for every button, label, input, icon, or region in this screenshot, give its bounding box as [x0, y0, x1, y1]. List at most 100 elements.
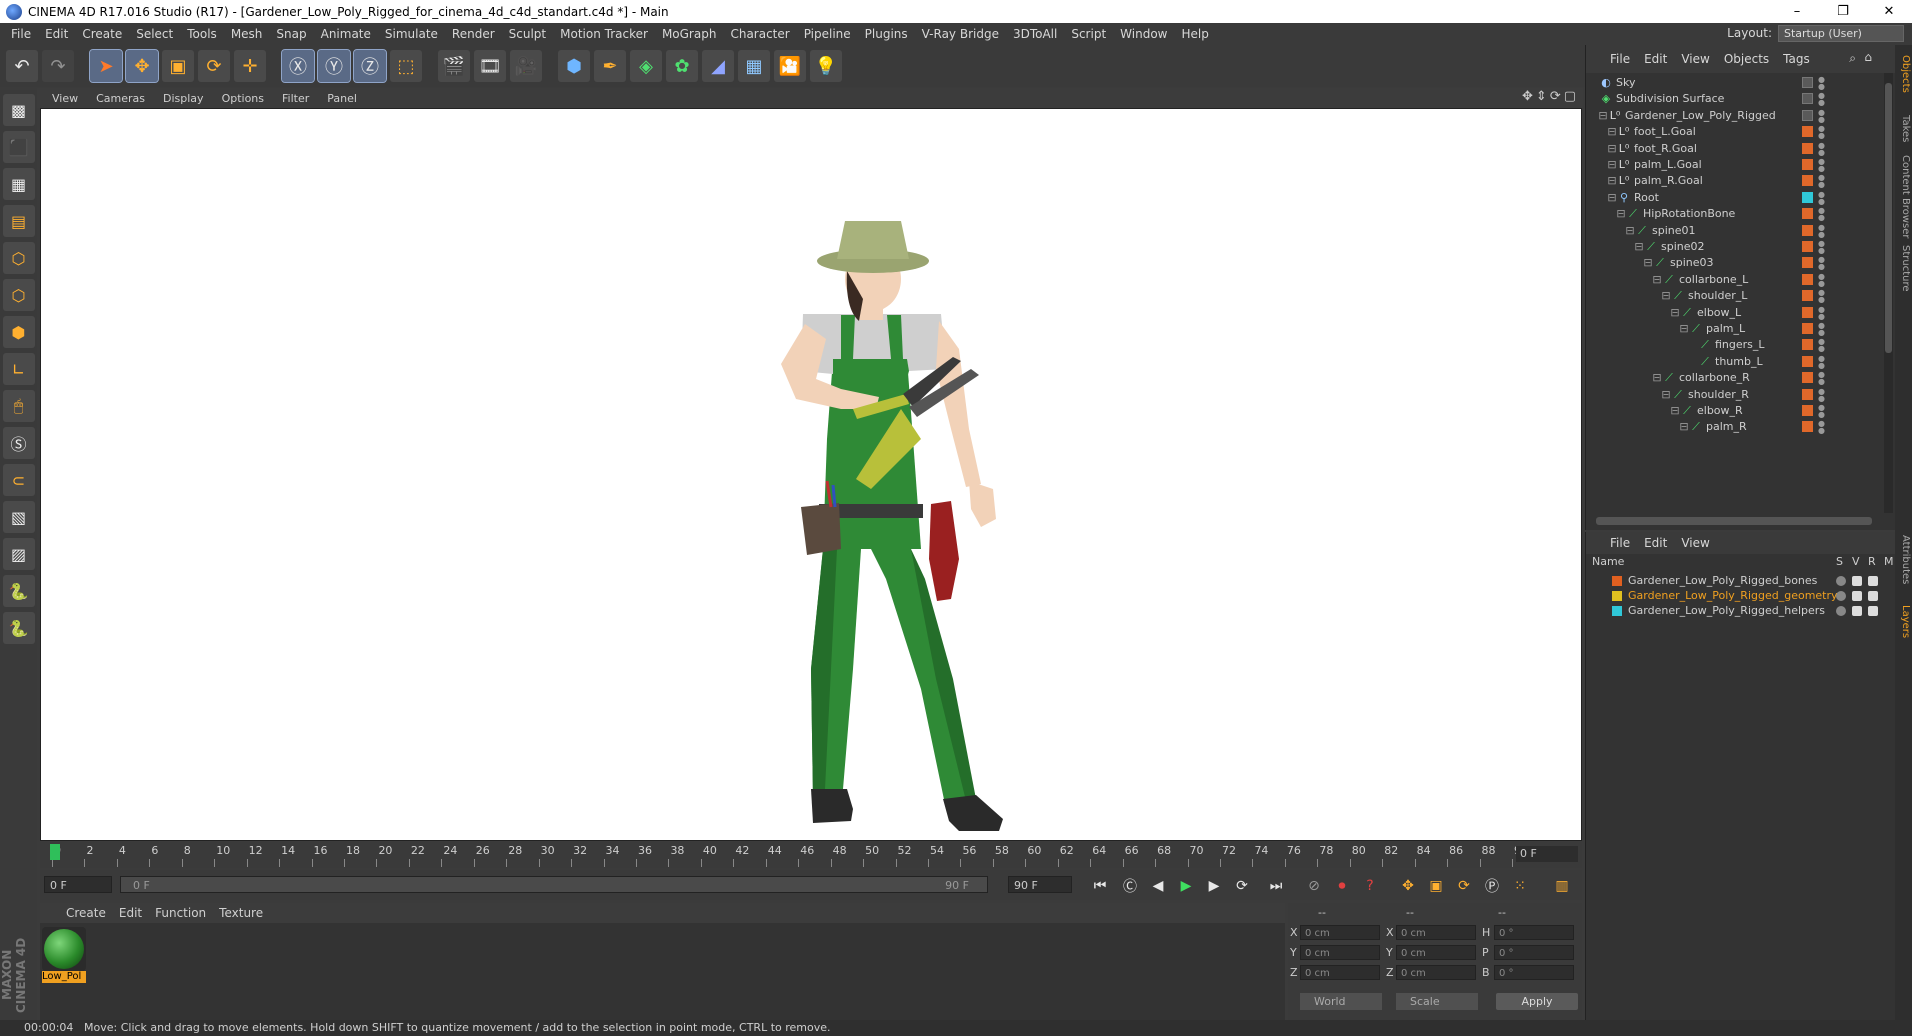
- rotation-b-field[interactable]: 0 °: [1494, 965, 1574, 980]
- cube-object-button[interactable]: ⬢: [558, 50, 590, 82]
- layer-name[interactable]: Gardener_Low_Poly_Rigged_bones: [1628, 574, 1817, 587]
- polygons-mode-button[interactable]: ⬢: [2, 316, 35, 348]
- menu-animate[interactable]: Animate: [314, 27, 378, 41]
- menu-tools[interactable]: Tools: [180, 27, 224, 41]
- points-mode-button[interactable]: ⬡: [2, 242, 35, 274]
- tweak-mode-button[interactable]: 🖱: [2, 390, 35, 422]
- expand-toggle-icon[interactable]: ⊟: [1669, 405, 1681, 417]
- side-tab-takes[interactable]: Takes: [1896, 115, 1911, 142]
- menu-edit[interactable]: Edit: [38, 27, 75, 41]
- expand-toggle-icon[interactable]: [1588, 77, 1600, 89]
- object-name[interactable]: thumb_L: [1715, 355, 1763, 368]
- recent-tool-button[interactable]: ✛: [234, 50, 266, 82]
- workplane-lock-button[interactable]: ▧: [2, 501, 35, 533]
- size-z-field[interactable]: 0 cm: [1396, 965, 1476, 980]
- object-name[interactable]: collarbone_R: [1679, 371, 1750, 384]
- frame-range-slider[interactable]: 0 F 90 F: [120, 876, 988, 893]
- layer-view-icon[interactable]: [1852, 606, 1862, 616]
- layer-color-swatch[interactable]: [1612, 591, 1622, 601]
- layer-color-swatch[interactable]: [1612, 576, 1622, 586]
- light-button[interactable]: 💡: [810, 50, 842, 82]
- visibility-dots[interactable]: ● ●: [1818, 223, 1825, 238]
- key-scale-button[interactable]: ▣: [1424, 874, 1448, 898]
- menu-help[interactable]: Help: [1174, 27, 1215, 41]
- autokey-button[interactable]: ⏺: [1330, 874, 1354, 898]
- visibility-dots[interactable]: ● ●: [1818, 76, 1825, 91]
- layer-render-icon[interactable]: [1868, 576, 1878, 586]
- layer-color-swatch[interactable]: [1802, 142, 1813, 154]
- visibility-dots[interactable]: ● ●: [1818, 125, 1825, 140]
- layer-color-swatch[interactable]: [1802, 306, 1813, 318]
- visibility-dots[interactable]: ● ●: [1818, 322, 1825, 337]
- visibility-dots[interactable]: ● ●: [1818, 354, 1825, 369]
- object-name[interactable]: spine01: [1652, 224, 1696, 237]
- next-key-button[interactable]: ⟳: [1230, 874, 1254, 898]
- live-selection-button[interactable]: ➤: [89, 49, 123, 83]
- size-mode-dropdown[interactable]: Scale: [1396, 993, 1478, 1010]
- expand-toggle-icon[interactable]: ⊟: [1642, 257, 1654, 269]
- layer-color-swatch[interactable]: [1802, 109, 1813, 121]
- layer-color-swatch[interactable]: [1802, 421, 1813, 433]
- object-manager-scrollbar[interactable]: [1884, 73, 1893, 513]
- layer-solo-icon[interactable]: [1836, 591, 1846, 601]
- layer-color-swatch[interactable]: [1802, 77, 1813, 88]
- layer-name[interactable]: Gardener_Low_Poly_Rigged_helpers: [1628, 604, 1825, 617]
- array-button[interactable]: ✿: [666, 50, 698, 82]
- layer-solo-icon[interactable]: [1836, 606, 1846, 616]
- side-tab-structure[interactable]: Structure: [1896, 245, 1911, 292]
- menu-plugins[interactable]: Plugins: [858, 27, 915, 41]
- menu-pipeline[interactable]: Pipeline: [797, 27, 858, 41]
- y-axis-button[interactable]: Ⓨ: [317, 49, 351, 83]
- expand-toggle-icon[interactable]: ⊟: [1660, 290, 1672, 302]
- object-name[interactable]: shoulder_R: [1688, 388, 1749, 401]
- layer-color-swatch[interactable]: [1802, 372, 1813, 384]
- workplane-mode-button[interactable]: ▤: [2, 205, 35, 237]
- om-menu-tags[interactable]: Tags: [1783, 52, 1810, 66]
- rotation-h-field[interactable]: 0 °: [1494, 925, 1574, 940]
- minimize-button[interactable]: –: [1774, 0, 1820, 23]
- keyframe-selection-button[interactable]: ?: [1358, 874, 1382, 898]
- goto-start-button[interactable]: ⏮: [1088, 874, 1112, 898]
- lm-menu-view[interactable]: View: [1681, 536, 1709, 550]
- layer-color-swatch[interactable]: [1802, 159, 1813, 170]
- viewport-menu-cameras[interactable]: Cameras: [87, 92, 154, 105]
- edit-render-settings-button[interactable]: 🎥: [510, 50, 542, 82]
- z-axis-button[interactable]: Ⓩ: [353, 49, 387, 83]
- menu-character[interactable]: Character: [723, 27, 796, 41]
- end-frame-field[interactable]: 90 F: [1008, 876, 1072, 893]
- object-name[interactable]: collarbone_L: [1679, 273, 1748, 286]
- visibility-dots[interactable]: ● ●: [1818, 174, 1825, 189]
- workplane-rotate-button[interactable]: ▨: [2, 538, 35, 570]
- layer-row[interactable]: Gardener_Low_Poly_Rigged_bones: [1586, 574, 1886, 589]
- menu-select[interactable]: Select: [129, 27, 180, 41]
- visibility-dots[interactable]: ● ●: [1818, 207, 1825, 222]
- menu-file[interactable]: File: [4, 27, 38, 41]
- current-frame-field[interactable]: 0 F: [1516, 846, 1578, 862]
- scale-tool-button[interactable]: ▣: [162, 50, 194, 82]
- viewport-nav-icons[interactable]: ✥⇕⟳▢: [1522, 89, 1579, 104]
- menu-mograph[interactable]: MoGraph: [655, 27, 724, 41]
- visibility-dots[interactable]: ● ●: [1818, 387, 1825, 402]
- visibility-dots[interactable]: ● ●: [1818, 158, 1825, 173]
- object-row[interactable]: ⊟ ⟋ palm_R ● ●: [1586, 417, 1884, 437]
- layer-color-swatch[interactable]: [1802, 126, 1813, 138]
- lm-menu-edit[interactable]: Edit: [1644, 536, 1667, 550]
- material-menu-function[interactable]: Function: [155, 906, 215, 920]
- deformer-button[interactable]: ◢: [702, 50, 734, 82]
- om-home-icon[interactable]: ⌂: [1864, 50, 1872, 64]
- visibility-dots[interactable]: ● ●: [1818, 272, 1825, 287]
- key-pla-button[interactable]: ⁙: [1508, 874, 1532, 898]
- layer-render-icon[interactable]: [1868, 606, 1878, 616]
- axis-mode-button[interactable]: ∟: [2, 353, 35, 385]
- subdivision-surface-button[interactable]: ◈: [630, 50, 662, 82]
- side-tab-objects[interactable]: Objects: [1896, 55, 1911, 93]
- material-menu-edit[interactable]: Edit: [119, 906, 151, 920]
- object-name[interactable]: Gardener_Low_Poly_Rigged: [1625, 109, 1776, 122]
- layer-color-swatch[interactable]: [1802, 405, 1813, 416]
- render-picture-viewer-button[interactable]: 🎞: [474, 50, 506, 82]
- layer-color-swatch[interactable]: [1802, 339, 1813, 351]
- expand-toggle-icon[interactable]: ⊟: [1633, 241, 1645, 253]
- om-search-icon[interactable]: ⌕: [1849, 51, 1856, 66]
- viewport-menu-view[interactable]: View: [43, 92, 87, 105]
- visibility-dots[interactable]: ● ●: [1818, 240, 1825, 255]
